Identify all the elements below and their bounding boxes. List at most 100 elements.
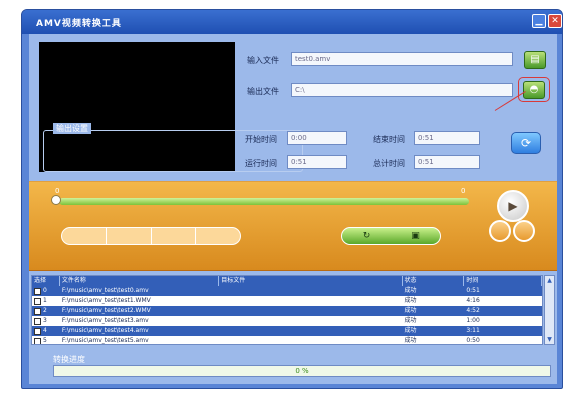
play-icon: ▶ — [508, 199, 518, 213]
highlight-box — [518, 77, 550, 102]
control-bar: ↻ ▣ — [341, 227, 441, 245]
row-file-name: F:\music\amv_test\test3.amv — [61, 317, 149, 324]
row-time: 3:11 — [466, 327, 480, 334]
segment-bar — [61, 227, 241, 245]
row-time: 0:51 — [466, 287, 480, 294]
vertical-scrollbar[interactable]: ▲ ▼ — [544, 275, 555, 345]
run-time-label: 运行时间 — [245, 159, 277, 168]
next-button[interactable] — [513, 220, 535, 242]
end-time-field[interactable]: 0:51 — [414, 131, 480, 145]
col-header-select[interactable]: 选择 — [32, 276, 60, 286]
row-select-cell[interactable]: 5 — [32, 336, 60, 344]
row-target — [219, 316, 402, 326]
row-target — [219, 306, 402, 316]
row-index: 4 — [43, 327, 47, 334]
close-button[interactable]: ✕ — [548, 14, 562, 28]
row-checkbox[interactable] — [34, 317, 41, 325]
table-row[interactable]: 5 F:\music\amv_test\test5.amv 成功 0:50 — [32, 336, 542, 344]
run-time-field[interactable]: 0:51 — [287, 155, 347, 169]
position-end-label: 0 — [461, 187, 466, 195]
row-status: 成功 — [404, 297, 417, 304]
col-header-target[interactable]: 目标文件 — [219, 276, 403, 286]
minimize-button[interactable]: ▁ — [532, 14, 546, 28]
row-file-name: F:\music\amv_test\test1.WMV — [61, 297, 151, 304]
window-title: AMV视频转换工具 — [36, 18, 122, 29]
row-checkbox[interactable] — [34, 307, 41, 315]
row-select-cell[interactable]: 4 — [32, 326, 60, 336]
input-file-field[interactable]: test0.amv — [291, 52, 513, 66]
output-settings-title: 输出设置 — [53, 123, 91, 134]
table-row[interactable]: 4 F:\music\amv_test\test4.amv 成功 3:11 — [32, 326, 542, 336]
row-file-name: F:\music\amv_test\test5.amv — [61, 337, 149, 344]
row-checkbox[interactable] — [34, 327, 41, 335]
row-index: 5 — [43, 337, 47, 344]
table-row[interactable]: 0 F:\music\amv_test\test0.amv 成功 0:51 — [32, 286, 542, 296]
row-select-cell[interactable]: 1 — [32, 296, 60, 306]
total-time-field[interactable]: 0:51 — [414, 155, 480, 169]
convert-button[interactable]: ⟳ — [511, 132, 541, 154]
open-file-icon: ▤ — [530, 54, 540, 65]
prev-button[interactable] — [489, 220, 511, 242]
seek-track[interactable] — [59, 198, 469, 205]
row-status: 成功 — [404, 317, 417, 324]
row-time: 0:50 — [466, 337, 480, 344]
row-checkbox[interactable] — [34, 297, 41, 305]
row-time: 4:52 — [466, 307, 480, 314]
app-window: AMV视频转换工具 ▁ ✕ 输入文件 test0.amv ▤ 输出文件 C:\ … — [21, 9, 563, 389]
row-index: 2 — [43, 307, 47, 314]
end-time-label: 结束时间 — [373, 135, 405, 144]
row-index: 0 — [43, 287, 47, 294]
progress-value: 0 % — [295, 367, 309, 375]
output-file-field[interactable]: C:\ — [291, 83, 513, 97]
row-target — [219, 286, 402, 296]
col-header-status[interactable]: 状态 — [403, 276, 465, 286]
position-start-label: 0 — [55, 187, 60, 195]
segment-button[interactable] — [152, 228, 197, 244]
stop-button[interactable]: ▣ — [391, 228, 440, 244]
player-panel: 0 0 ▶ ↻ ▣ — [29, 181, 557, 271]
progress-label: 转换进度 — [53, 355, 85, 364]
table-row[interactable]: 1 F:\music\amv_test\test1.WMV 成功 4:16 — [32, 296, 542, 306]
refresh-icon: ⟳ — [520, 136, 532, 150]
segment-button[interactable] — [62, 228, 107, 244]
play-button[interactable]: ▶ — [497, 190, 529, 222]
row-target — [219, 326, 402, 336]
progress-bar: 0 % — [53, 365, 551, 377]
row-index: 3 — [43, 317, 47, 324]
table-row[interactable]: 3 F:\music\amv_test\test3.amv 成功 1:00 — [32, 316, 542, 326]
segment-button[interactable] — [107, 228, 152, 244]
input-file-label: 输入文件 — [247, 56, 279, 65]
table-header: 选择 文件名称 目标文件 状态 时间 — [32, 276, 542, 286]
segment-button[interactable] — [196, 228, 240, 244]
row-select-cell[interactable]: 2 — [32, 306, 60, 316]
open-file-button[interactable]: ▤ — [524, 51, 546, 69]
row-status: 成功 — [404, 307, 417, 314]
row-checkbox[interactable] — [34, 287, 41, 295]
output-file-label: 输出文件 — [247, 87, 279, 96]
row-status: 成功 — [404, 327, 417, 334]
row-status: 成功 — [404, 337, 417, 344]
loop-button[interactable]: ↻ — [342, 228, 391, 244]
scroll-up-icon[interactable]: ▲ — [545, 276, 554, 285]
row-target — [219, 296, 402, 306]
title-bar[interactable]: AMV视频转换工具 ▁ ✕ — [22, 10, 562, 34]
col-header-name[interactable]: 文件名称 — [60, 276, 220, 286]
total-time-label: 总计时间 — [373, 159, 405, 168]
row-file-name: F:\music\amv_test\test2.WMV — [61, 307, 151, 314]
row-checkbox[interactable] — [34, 337, 41, 344]
seek-thumb[interactable] — [51, 195, 61, 205]
main-panel: 输入文件 test0.amv ▤ 输出文件 C:\ ◓ 输出设置 开始时间 0:… — [29, 34, 557, 384]
col-header-time[interactable]: 时间 — [464, 276, 542, 286]
row-select-cell[interactable]: 3 — [32, 316, 60, 326]
scroll-down-icon[interactable]: ▼ — [545, 335, 554, 344]
start-time-field[interactable]: 0:00 — [287, 131, 347, 145]
row-file-name: F:\music\amv_test\test4.amv — [61, 327, 149, 334]
row-select-cell[interactable]: 0 — [32, 286, 60, 296]
row-status: 成功 — [404, 287, 417, 294]
start-time-label: 开始时间 — [245, 135, 277, 144]
table-row[interactable]: 2 F:\music\amv_test\test2.WMV 成功 4:52 — [32, 306, 542, 316]
row-time: 4:16 — [466, 297, 480, 304]
file-table: 选择 文件名称 目标文件 状态 时间 0 F:\music\amv_test\te… — [31, 275, 543, 345]
row-index: 1 — [43, 297, 47, 304]
row-target — [219, 336, 402, 344]
